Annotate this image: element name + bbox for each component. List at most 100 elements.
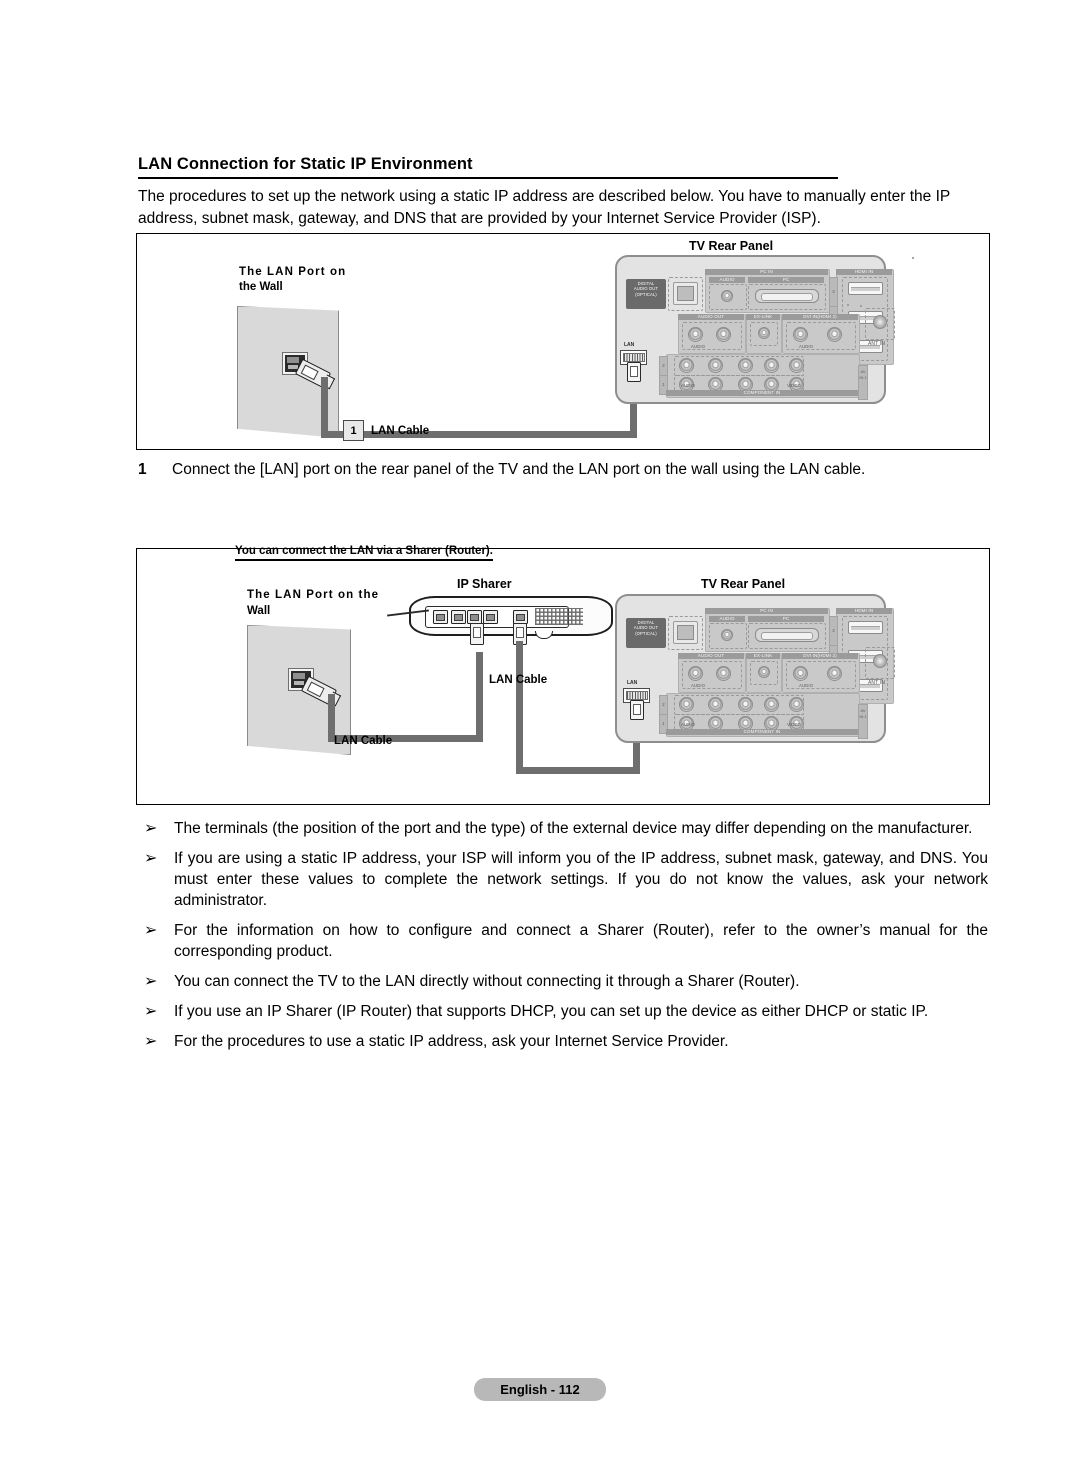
component-jack-1-2 bbox=[679, 697, 694, 712]
note-arrow-icon: ➢ bbox=[144, 920, 158, 939]
dvi-audio-lr-label-2: AUDIO bbox=[799, 683, 814, 688]
audio-out-left-jack-icon bbox=[688, 327, 703, 342]
manual-page: LAN Connection for Static IP Environment… bbox=[0, 0, 1080, 1482]
component-video-label-2: VIDEO bbox=[787, 722, 801, 727]
cable-router-port1-down bbox=[476, 652, 483, 736]
figure2-banner: You can connect the LAN via a Sharer (Ro… bbox=[235, 545, 493, 561]
hdmi-port-3-icon bbox=[848, 282, 883, 295]
hdmi-port-3-icon-2 bbox=[848, 621, 883, 634]
tv-lan-plug-1 bbox=[627, 362, 641, 382]
ex-link-jack-icon bbox=[758, 327, 770, 339]
note-text: For the information on how to configure … bbox=[174, 922, 988, 960]
component-jack-2-2 bbox=[708, 697, 723, 712]
audio-out-left-jack-icon-2 bbox=[688, 666, 703, 681]
component-jack-3-2 bbox=[738, 697, 753, 712]
pc-in-title: PC IN bbox=[705, 269, 828, 275]
audio-out-title: AUDIO OUT bbox=[678, 314, 744, 320]
pc-in-title-2: PC IN bbox=[705, 608, 828, 614]
figure2-cable-label-tv: LAN Cable bbox=[489, 674, 548, 686]
pc-audio-jack-icon-2 bbox=[721, 629, 733, 641]
callout-label: LAN Cable bbox=[371, 424, 430, 437]
component-row-2: 2 bbox=[659, 356, 668, 376]
dvi-audio-left-jack-icon bbox=[793, 327, 808, 342]
figure1-wall-label-line1: The LAN Port on bbox=[239, 266, 347, 278]
component-jack-4 bbox=[764, 358, 779, 373]
component-jack-5 bbox=[789, 358, 804, 373]
note-item: ➢ If you use an IP Sharer (IP Router) th… bbox=[138, 1001, 988, 1022]
note-arrow-icon: ➢ bbox=[144, 1031, 158, 1050]
note-item: ➢ For the information on how to configur… bbox=[138, 920, 988, 962]
tv-lan-label-2: LAN bbox=[627, 680, 638, 686]
router-port-1 bbox=[451, 610, 466, 624]
component-audio-label-2: AUDIO bbox=[681, 722, 696, 727]
component-jack-4-2 bbox=[764, 697, 779, 712]
note-item: ➢ For the procedures to use a static IP … bbox=[138, 1031, 988, 1052]
figure2-wall-label-line1: The LAN Port on the bbox=[247, 589, 380, 601]
av-in-1-label: AV IN 1 bbox=[858, 365, 868, 400]
component-in-title-2: COMPONENT IN bbox=[666, 729, 858, 735]
pc-audio-jack-icon bbox=[721, 290, 733, 302]
note-text: If you are using a static IP address, yo… bbox=[174, 850, 988, 909]
notes-list: ➢ The terminals (the position of the por… bbox=[138, 818, 988, 1052]
audio-out-right-jack-icon bbox=[716, 327, 731, 342]
router-port-3 bbox=[483, 610, 498, 624]
cable-router-to-tv-down bbox=[516, 641, 523, 774]
callout-lan-cable: 1 LAN Cable bbox=[343, 420, 429, 441]
tv-lan-label-1: LAN bbox=[624, 342, 635, 348]
component-jack-1 bbox=[679, 358, 694, 373]
pc-dsub-port-icon-2 bbox=[755, 628, 819, 642]
dvi-in-title: DVI IN(HDMI 2) bbox=[782, 314, 858, 320]
cable-router-to-tv-right bbox=[516, 767, 640, 774]
component-row-2-b: 2 bbox=[659, 695, 668, 715]
step-1: 1 Connect the [LAN] port on the rear pan… bbox=[138, 459, 988, 481]
router-foot bbox=[535, 631, 553, 639]
audio-out-lr-label-2: AUDIO bbox=[691, 683, 706, 688]
step-1-number: 1 bbox=[138, 461, 147, 478]
note-item: ➢ You can connect the TV to the LAN dire… bbox=[138, 971, 988, 992]
audio-out-right-jack-icon-2 bbox=[716, 666, 731, 681]
ant-in-jack-icon-1 bbox=[873, 315, 887, 329]
dvi-audio-right-jack-icon bbox=[827, 327, 842, 342]
pc-title: PC bbox=[748, 277, 824, 283]
router-vents bbox=[535, 608, 583, 625]
step-1-text: Connect the [LAN] port on the rear panel… bbox=[172, 461, 866, 478]
component-jack-5-2 bbox=[789, 697, 804, 712]
figure-direct-lan-connection: The LAN Port on the Wall 1 LAN Cable TV … bbox=[136, 233, 990, 450]
hdmi-in-title-2: HDMI IN bbox=[836, 608, 892, 614]
optical-port-icon bbox=[673, 282, 698, 305]
component-jack-2 bbox=[708, 358, 723, 373]
router-port-wan bbox=[433, 610, 448, 624]
note-text: For the procedures to use a static IP ad… bbox=[174, 1033, 729, 1050]
audio-out-lr-label: AUDIO bbox=[691, 344, 706, 349]
tv-lan-plug-2 bbox=[630, 700, 644, 720]
figure2-cable-label-wall: LAN Cable bbox=[334, 735, 393, 747]
router-plug-1 bbox=[470, 623, 484, 645]
ex-link-title-2: EX-LINK bbox=[746, 653, 780, 659]
note-text: You can connect the TV to the LAN direct… bbox=[174, 973, 800, 990]
page-number-badge: English - 112 bbox=[474, 1378, 606, 1401]
optical-port-icon-2 bbox=[673, 621, 698, 644]
ex-link-title: EX-LINK bbox=[746, 314, 780, 320]
pc-title-2: PC bbox=[748, 616, 824, 622]
hdmi-index-3-2: 3 bbox=[829, 616, 838, 646]
figure1-wall-label-line2: the Wall bbox=[239, 281, 283, 293]
callout-number: 1 bbox=[343, 420, 364, 441]
component-in-title: COMPONENT IN bbox=[666, 390, 858, 396]
dvi-audio-left-jack-icon-2 bbox=[793, 666, 808, 681]
note-text: The terminals (the position of the port … bbox=[174, 820, 973, 837]
router-port-2 bbox=[467, 610, 482, 624]
digital-audio-out-badge: DIGITAL AUDIO OUT (OPTICAL) bbox=[626, 279, 666, 309]
note-item: ➢ The terminals (the position of the por… bbox=[138, 818, 988, 839]
component-jack-3 bbox=[738, 358, 753, 373]
dvi-audio-lr-label: AUDIO bbox=[799, 344, 814, 349]
audio-out-title-2: AUDIO OUT bbox=[678, 653, 744, 659]
cable-segment-wall-down bbox=[321, 377, 328, 438]
intro-paragraph: The procedures to set up the network usi… bbox=[138, 188, 950, 227]
pc-audio-title-2: AUDIO bbox=[709, 616, 745, 622]
pc-dsub-port-icon bbox=[755, 289, 819, 303]
hdmi-in-title: HDMI IN bbox=[836, 269, 892, 275]
figure2-tv-label: TV Rear Panel bbox=[701, 577, 786, 591]
page-footer: English - 112 bbox=[0, 1378, 1080, 1401]
note-item: ➢ If you are using a static IP address, … bbox=[138, 848, 988, 911]
hdmi-index-3: 3 bbox=[829, 277, 838, 307]
